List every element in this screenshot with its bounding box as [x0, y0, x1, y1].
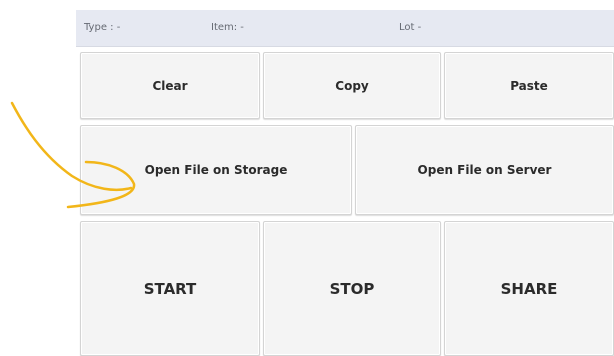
stop-button[interactable]: STOP — [263, 221, 441, 356]
item-field: Item: - — [211, 22, 244, 33]
paste-button[interactable]: Paste — [444, 52, 614, 119]
app-screen: Type : - Item: - Lot - Clear Copy Paste … — [0, 0, 614, 356]
info-bar: Type : - Item: - Lot - — [76, 10, 614, 47]
start-button[interactable]: START — [80, 221, 260, 356]
copy-button[interactable]: Copy — [263, 52, 441, 119]
share-button[interactable]: SHARE — [444, 221, 614, 356]
lot-field: Lot - — [399, 22, 422, 33]
open-file-on-storage-button[interactable]: Open File on Storage — [80, 125, 352, 215]
open-file-on-server-button[interactable]: Open File on Server — [355, 125, 614, 215]
clear-button[interactable]: Clear — [80, 52, 260, 119]
type-field: Type : - — [84, 22, 121, 33]
